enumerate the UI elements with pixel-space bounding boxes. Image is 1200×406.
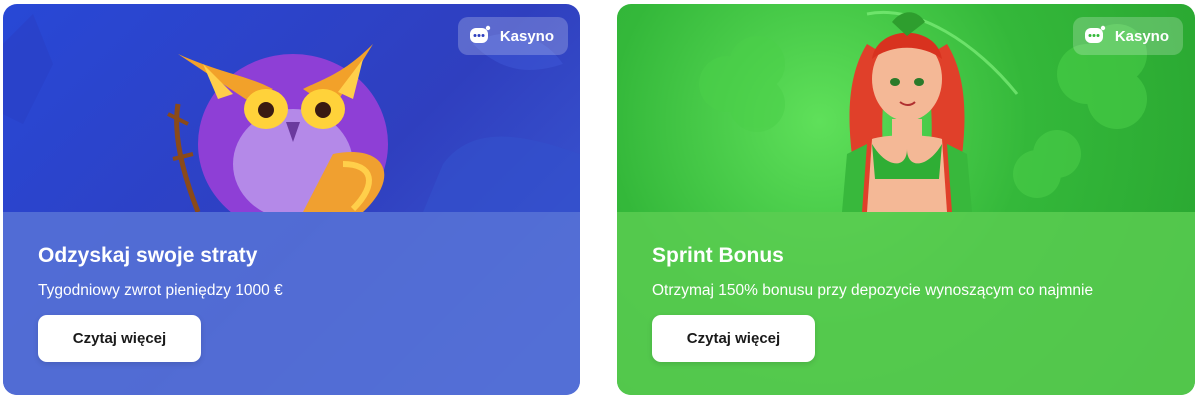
- card-info-panel: [617, 212, 1195, 395]
- card-title: Odzyskaj swoje straty: [38, 244, 258, 267]
- read-more-button[interactable]: Czytaj więcej: [38, 315, 201, 362]
- badge-label: Kasyno: [499, 27, 554, 45]
- category-badge: Kasyno: [1072, 17, 1183, 55]
- badge-label: Kasyno: [1114, 27, 1169, 45]
- read-more-button[interactable]: Czytaj więcej: [652, 315, 815, 362]
- card-info-panel: [3, 212, 580, 395]
- chat-bubble-icon: [1084, 25, 1106, 43]
- promo-card-sprint-bonus[interactable]: Kasyno Sprint Bonus Otrzymaj 150% bonusu…: [617, 4, 1195, 395]
- category-badge: Kasyno: [457, 17, 568, 55]
- card-description: Tygodniowy zwrot pieniędzy 1000 €: [38, 282, 283, 299]
- card-description: Otrzymaj 150% bonusu przy depozycie wyno…: [652, 282, 1094, 299]
- card-title: Sprint Bonus: [652, 244, 784, 267]
- promo-card-losses[interactable]: Kasyno Odzyskaj swoje straty Tygodniowy …: [3, 4, 580, 395]
- chat-bubble-icon: [469, 25, 491, 43]
